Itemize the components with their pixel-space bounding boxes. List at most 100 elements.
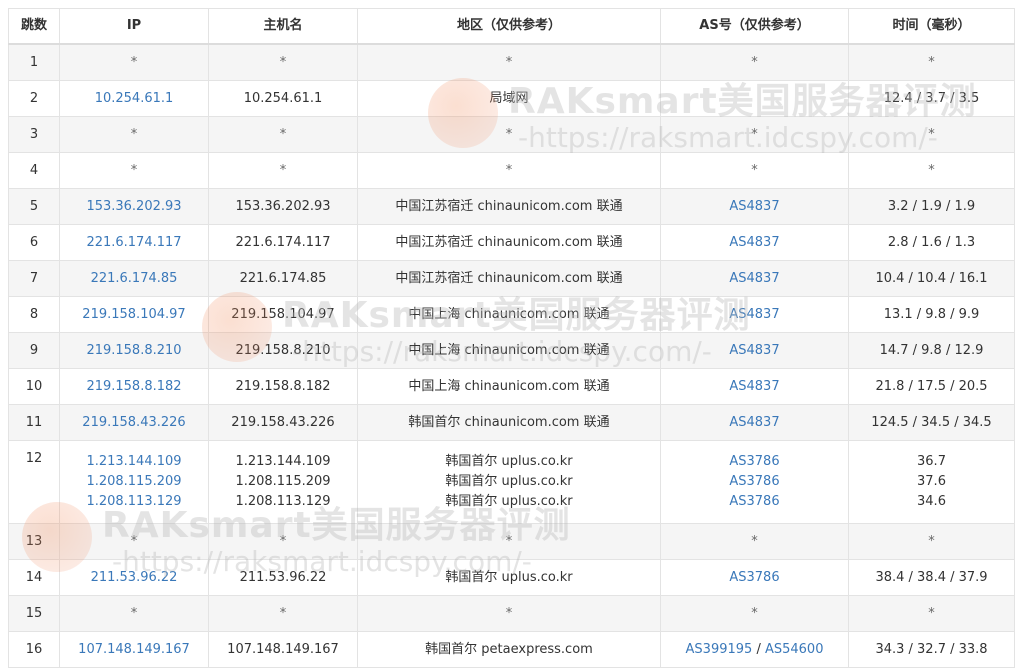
as-link[interactable]: AS4837 (665, 197, 844, 217)
as-link[interactable]: AS399195 (686, 642, 753, 657)
ip-link[interactable]: 1.208.115.209 (64, 472, 204, 492)
as-cell: * (660, 116, 849, 153)
hostname-text: 211.53.96.22 (239, 569, 327, 585)
timeout-marker: * (279, 54, 287, 70)
as-link[interactable]: AS3786 (665, 492, 844, 512)
hostname-cell: 219.158.104.97 (208, 296, 358, 333)
ip-link[interactable]: 107.148.149.167 (64, 640, 204, 660)
table-row: 15 * * * * * (8, 595, 1015, 632)
hostname-cell: * (208, 523, 358, 560)
ip-link[interactable]: 153.36.202.93 (64, 197, 204, 217)
ip-cell: 219.158.43.226 (59, 404, 209, 441)
hostname-text: 219.158.8.210 (235, 342, 331, 358)
as-link[interactable]: AS3786 (665, 568, 844, 588)
hostname-text: 153.36.202.93 (235, 198, 331, 214)
ip-cell: 219.158.8.182 (59, 368, 209, 405)
ip-cell: 1.213.144.109 1.208.115.209 1.208.113.129 (59, 440, 209, 524)
as-link[interactable]: AS4837 (665, 341, 844, 361)
timeout-marker: * (130, 54, 138, 70)
as-separator: / (752, 641, 765, 657)
as-cell: AS399195 / AS54600 (660, 631, 849, 668)
time-cell: * (848, 152, 1015, 189)
table-row: 16 107.148.149.167 107.148.149.167 韩国首尔 pet… (8, 631, 1015, 668)
hop-number: 9 (8, 332, 60, 369)
time-cell: 124.5 / 34.5 / 34.5 (848, 404, 1015, 441)
as-link[interactable]: AS3786 (665, 452, 844, 472)
hop-number: 6 (8, 224, 60, 261)
hostname-cell: 153.36.202.93 (208, 188, 358, 225)
ip-link[interactable]: 221.6.174.85 (64, 269, 204, 289)
timeout-marker: * (130, 162, 138, 178)
time-cell: 12.4 / 3.7 / 3.5 (848, 80, 1015, 117)
as-link[interactable]: AS3786 (665, 472, 844, 492)
ip-link[interactable]: 219.158.8.182 (64, 377, 204, 397)
time-cell: 14.7 / 9.8 / 12.9 (848, 332, 1015, 369)
region-text: 中国江苏宿迁 chinaunicom.com 联通 (395, 198, 623, 214)
region-cell: * (357, 152, 661, 189)
as-link[interactable]: AS54600 (765, 642, 824, 657)
timeout-marker: * (928, 126, 935, 142)
hostname-cell: 107.148.149.167 (208, 631, 358, 668)
hostname-text: 221.6.174.85 (239, 270, 327, 286)
as-cell: AS4837 (660, 296, 849, 333)
hostname-cell: 221.6.174.117 (208, 224, 358, 261)
as-cell: AS4837 (660, 224, 849, 261)
ip-link[interactable]: 219.158.8.210 (64, 341, 204, 361)
region-text: 中国江苏宿迁 chinaunicom.com 联通 (395, 234, 623, 250)
timeout-marker: * (130, 126, 138, 142)
region-cell: 局域网 (357, 80, 661, 117)
ip-link[interactable]: 10.254.61.1 (64, 89, 204, 109)
region-text: 局域网 (489, 90, 529, 106)
as-cell: AS4837 (660, 332, 849, 369)
ip-cell: * (59, 43, 209, 81)
table-row: 4 * * * * * (8, 152, 1015, 189)
as-link[interactable]: AS4837 (665, 233, 844, 253)
time-text: 34.6 (917, 494, 946, 509)
region-cell: 韩国首尔 uplus.co.kr (357, 559, 661, 596)
ip-cell: * (59, 152, 209, 189)
time-text: 34.3 / 32.7 / 33.8 (875, 641, 988, 657)
hostname-text: 219.158.8.182 (235, 378, 331, 394)
region-cell: * (357, 43, 661, 81)
ip-link[interactable]: 221.6.174.117 (64, 233, 204, 253)
ip-cell: 219.158.8.210 (59, 332, 209, 369)
as-link[interactable]: AS4837 (665, 269, 844, 289)
as-link[interactable]: AS4837 (665, 377, 844, 397)
timeout-marker: * (505, 605, 513, 621)
hostname-cell: 221.6.174.85 (208, 260, 358, 297)
region-text: 韩国首尔 chinaunicom.com 联通 (408, 414, 610, 430)
hostname-cell: 219.158.8.210 (208, 332, 358, 369)
ip-cell: 211.53.96.22 (59, 559, 209, 596)
time-cell: 34.3 / 32.7 / 33.8 (848, 631, 1015, 668)
time-text: 12.4 / 3.7 / 3.5 (883, 90, 980, 106)
ip-cell: 107.148.149.167 (59, 631, 209, 668)
hop-number: 7 (8, 260, 60, 297)
ip-cell: * (59, 595, 209, 632)
ip-link[interactable]: 1.213.144.109 (64, 452, 204, 472)
time-text: 36.7 (917, 454, 946, 469)
ip-link[interactable]: 1.208.113.129 (64, 492, 204, 512)
table-row: 13 * * * * * (8, 523, 1015, 560)
time-text: 14.7 / 9.8 / 12.9 (879, 342, 984, 358)
region-text: 韩国首尔 uplus.co.kr (445, 454, 573, 469)
as-link[interactable]: AS4837 (665, 305, 844, 325)
ip-link[interactable]: 211.53.96.22 (64, 568, 204, 588)
region-cell: 中国上海 chinaunicom.com 联通 (357, 332, 661, 369)
hostname-cell: * (208, 43, 358, 81)
col-header-hop: 跳数 (8, 8, 60, 45)
region-text: 中国江苏宿迁 chinaunicom.com 联通 (395, 270, 623, 286)
time-cell: * (848, 595, 1015, 632)
timeout-marker: * (505, 126, 513, 142)
timeout-marker: * (751, 162, 758, 178)
col-header-ip: IP (59, 8, 209, 45)
ip-link[interactable]: 219.158.43.226 (64, 413, 204, 433)
ip-link[interactable]: 219.158.104.97 (64, 305, 204, 325)
timeout-marker: * (279, 533, 287, 549)
timeout-marker: * (505, 54, 513, 70)
as-cell: * (660, 152, 849, 189)
region-text: 中国上海 chinaunicom.com 联通 (408, 378, 610, 394)
timeout-marker: * (928, 54, 935, 70)
col-header-hostname: 主机名 (208, 8, 358, 45)
hop-number: 10 (8, 368, 60, 405)
as-link[interactable]: AS4837 (665, 413, 844, 433)
